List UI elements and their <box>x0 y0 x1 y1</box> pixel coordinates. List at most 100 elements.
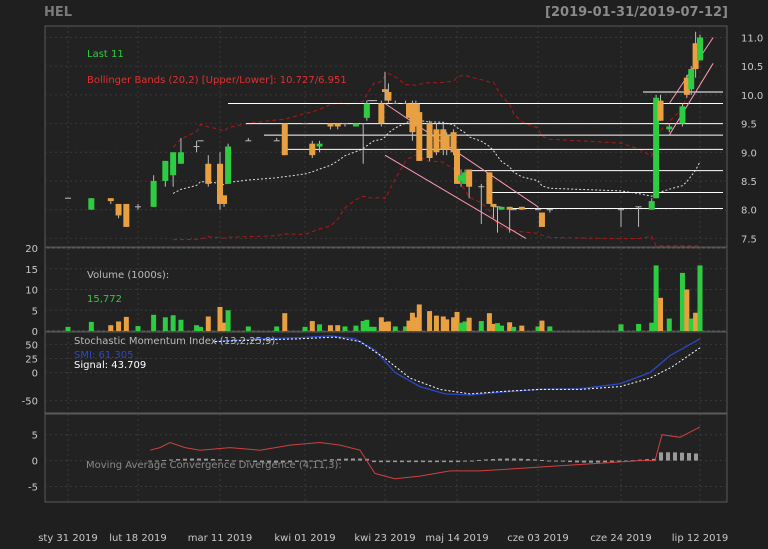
candle-body-32 <box>385 92 392 101</box>
candle-body-49 <box>486 172 493 204</box>
x-tick-label-1: lut 18 2019 <box>109 533 167 544</box>
macd-hist-bar-535 <box>533 459 537 461</box>
candle-body-67 <box>688 69 695 90</box>
macd-hist-bar-409 <box>407 460 411 463</box>
macd-hist-bar-563 <box>561 460 565 462</box>
macd-hist-bar-682 <box>680 452 684 461</box>
smi-tick-label-2: 25 <box>25 354 38 365</box>
volume-title: Volume (1000s): <box>87 270 169 281</box>
candle-body-23 <box>334 123 341 127</box>
candle-body-9 <box>177 152 184 164</box>
macd-hist-bar-549 <box>547 460 551 462</box>
price-tick-label-6: 10.5 <box>741 62 763 73</box>
price-tick-label-7: 11.0 <box>741 33 763 44</box>
volume-bar-4 <box>123 316 129 331</box>
price-tick-label-5: 10.0 <box>741 91 763 102</box>
macd-hist-bar-661 <box>659 452 663 461</box>
macd-hist-bar-472 <box>470 460 474 462</box>
volume-tick-label-0: 0 <box>32 327 38 338</box>
candle-body-64 <box>666 126 673 130</box>
macd-hist-bar-353 <box>351 458 355 461</box>
candle-body-38 <box>416 112 423 161</box>
candle-body-7 <box>162 160 169 181</box>
candle-body-63 <box>657 100 664 121</box>
volume-bar-58 <box>547 326 553 331</box>
volume-bar-40 <box>433 315 439 331</box>
candle-body-47 <box>466 169 473 187</box>
volume-bar-19 <box>302 326 308 331</box>
volume-bar-16 <box>245 326 251 331</box>
macd-hist-bar-416 <box>414 460 418 463</box>
macd-hist-bar-696 <box>694 453 698 461</box>
volume-bar-61 <box>649 322 655 331</box>
volume-bar-1 <box>88 321 94 331</box>
x-tick-label-7: cze 24 2019 <box>590 533 651 544</box>
candle-body-15 <box>225 146 232 184</box>
macd-hist-bar-458 <box>456 460 460 463</box>
macd-hist-bar-689 <box>687 453 691 461</box>
x-tick-label-2: mar 11 2019 <box>188 533 253 544</box>
volume-tick-label-4: 20 <box>25 244 38 255</box>
volume-bar-52 <box>499 325 505 331</box>
candle-body-18 <box>281 123 288 156</box>
macd-tick-label-2: 5 <box>32 431 38 442</box>
macd-hist-bar-570 <box>568 460 572 463</box>
macd-hist-bar-542 <box>540 459 544 461</box>
chart-container: HEL [2019-01-31/2019-07-12] sty 31 2019 l… <box>0 0 768 549</box>
candle-body-3 <box>115 203 122 216</box>
x-tick-label-3: kwi 01 2019 <box>274 533 335 544</box>
macd-hist-bar-598 <box>596 460 600 463</box>
macd-hist-bar-577 <box>575 460 579 463</box>
macd-hist-bar-605 <box>603 460 607 463</box>
macd-hist-bar-381 <box>379 460 383 463</box>
x-tick-label-5: maj 14 2019 <box>425 533 488 544</box>
candle-body-20 <box>309 143 316 156</box>
macd-hist-bar-521 <box>519 458 523 461</box>
macd-hist-bar-500 <box>498 458 502 461</box>
macd-hist-bar-556 <box>554 460 558 462</box>
price-tick-label-1: 8.0 <box>741 206 757 217</box>
volume-bar-3 <box>116 321 122 331</box>
panel-3 <box>44 413 728 503</box>
volume-bar-54 <box>511 326 517 331</box>
volume-bar-63 <box>658 297 663 331</box>
volume-bar-29 <box>371 326 377 331</box>
x-tick-label-8: lip 12 2019 <box>672 533 728 544</box>
smi-tick-label-1: 0 <box>32 369 38 380</box>
volume-bar-33 <box>392 326 398 331</box>
chart-svg: sty 31 2019 lut 18 2019 mar 11 2019 kwi 01 … <box>22 25 763 544</box>
candle-body-6 <box>150 180 157 207</box>
macd-hist-bar-451 <box>449 460 453 463</box>
volume-bar-64 <box>666 318 672 331</box>
macd-hist-bar-507 <box>505 458 509 461</box>
candle-body-43 <box>450 132 457 153</box>
candle-body-39 <box>426 123 433 159</box>
volume-bar-15 <box>225 310 231 331</box>
volume-tick-label-2: 10 <box>25 286 38 297</box>
macd-tick-label-0: -5 <box>28 482 38 493</box>
volume-bar-48 <box>478 321 484 331</box>
macd-hist-bar-675 <box>673 452 677 461</box>
macd-hist-bar-668 <box>666 452 670 461</box>
candle-body-55 <box>518 206 525 210</box>
volume-bar-65 <box>679 272 685 331</box>
volume-bar-22 <box>327 325 333 331</box>
candle-body-30 <box>378 103 385 124</box>
candle-body-69 <box>697 37 703 61</box>
macd-hist-bar-493 <box>491 459 495 461</box>
macd-hist-bar-360 <box>358 458 362 461</box>
panel-0 <box>44 25 728 248</box>
macd-hist-bar-402 <box>400 460 404 463</box>
price-tick-label-3: 9.0 <box>741 148 757 159</box>
volume-bar-17 <box>274 326 280 331</box>
smi-tick-label-0: -50 <box>22 397 38 408</box>
volume-bar-68 <box>693 312 699 331</box>
volume-bar-7 <box>162 317 168 331</box>
macd-hist-bar-528 <box>526 459 530 461</box>
macd-hist-bar-423 <box>421 460 425 463</box>
volume-tick-label-1: 5 <box>32 306 38 317</box>
smi-title: Stochastic Momentum Index (13,2,25,9): <box>74 336 279 347</box>
volume-bar-2 <box>108 325 114 331</box>
volume-bar-66 <box>684 289 690 331</box>
x-tick-label-4: kwi 23 2019 <box>354 533 415 544</box>
